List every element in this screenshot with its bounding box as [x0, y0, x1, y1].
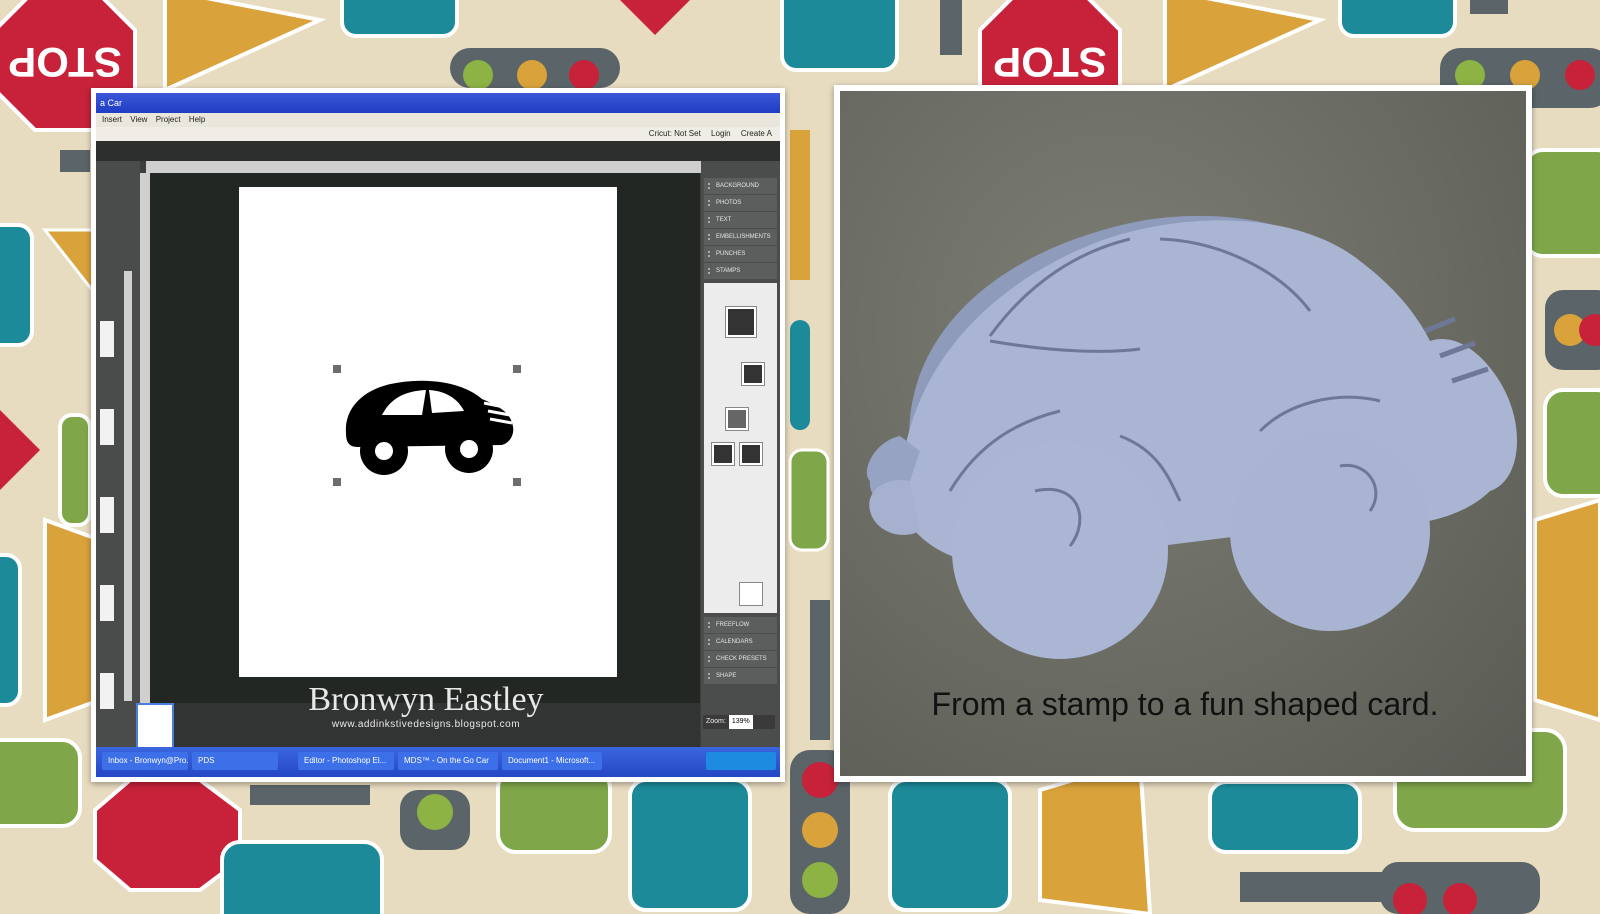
right-tools-panel: BACKGROUND PHOTOS TEXT EMBELLISHMENTS PU… [701, 161, 780, 761]
u-turn-sign-icon [888, 778, 1012, 912]
zoom-label: Zoom: [706, 718, 726, 725]
arrow-sign-icon [1338, 0, 1457, 38]
panel-punches[interactable]: PUNCHES [704, 246, 777, 262]
yield-sign-icon [1533, 497, 1600, 723]
panel-check-presets[interactable]: CHECK PRESETS [704, 651, 777, 667]
traffic-light-icon [1380, 862, 1540, 914]
left-thumbnail-strip [96, 161, 140, 761]
page-thumbnail[interactable] [136, 703, 174, 749]
bar-shape [790, 320, 810, 430]
photo-caption: From a stamp to a fun shaped card. [931, 686, 1439, 722]
thumbnail[interactable] [100, 409, 114, 445]
vertical-ruler [140, 173, 150, 703]
watermark-url: www.addinkstivedesigns.blogspot.com [331, 719, 521, 730]
drop-shadow-icon[interactable] [741, 362, 765, 386]
panel-embellishments[interactable]: EMBELLISHMENTS [704, 229, 777, 245]
one-way-sign-icon [788, 448, 830, 552]
menu-project[interactable]: Project [156, 115, 181, 124]
bar-shape [60, 150, 90, 172]
taskbar-item[interactable]: PDS [192, 752, 278, 770]
windows-taskbar: Inbox - Bronwyn@Pro... PDS Editor - Phot… [96, 747, 780, 777]
arrow-sign-icon [340, 0, 459, 38]
panel-calendars[interactable]: CALENDARS [704, 634, 777, 650]
menu-help[interactable]: Help [189, 115, 205, 124]
change-color-icon[interactable] [725, 407, 749, 431]
login-link[interactable]: Login [711, 129, 731, 138]
one-way-sign-icon [496, 768, 612, 854]
car-stamp-image[interactable] [334, 363, 519, 493]
arrow-sign-icon [0, 553, 22, 707]
traffic-light-icon [1545, 290, 1600, 370]
taskbar-item[interactable]: MDS™ - On the Go Car [398, 752, 498, 770]
one-way-sign-icon [0, 738, 82, 828]
bar-shape [1470, 0, 1508, 14]
diamond-sign-icon [0, 410, 40, 490]
watermark-name: Bronwyn Eastley [308, 681, 544, 718]
panel-text[interactable]: TEXT [704, 212, 777, 228]
create-account-link[interactable]: Create A [741, 129, 772, 138]
window-titlebar[interactable]: a Car [96, 93, 780, 113]
panel-background[interactable]: BACKGROUND [704, 178, 777, 194]
cricut-status: Cricut: Not Set [648, 129, 701, 138]
zoom-control[interactable]: Zoom: 139% [703, 715, 775, 729]
thumbnail[interactable] [100, 585, 114, 621]
car-shaped-card-image [866, 215, 1517, 659]
vertical-scrollbar[interactable] [124, 271, 132, 701]
u-turn-sign-icon [1208, 780, 1362, 854]
card-photo-frame: From a stamp to a fun shaped card. [834, 85, 1532, 782]
u-turn-sign-icon [628, 778, 752, 912]
traffic-light-icon [450, 48, 620, 90]
system-tray [706, 752, 776, 770]
one-way-sign-icon [1523, 148, 1600, 258]
diamond-sign-icon [620, 0, 690, 35]
u-turn-sign-icon [220, 840, 384, 914]
thumbnail[interactable] [100, 497, 114, 533]
one-way-sign-icon [58, 413, 92, 527]
card-photo: From a stamp to a fun shaped card. [840, 91, 1526, 776]
panel-shape[interactable]: SHAPE [704, 668, 777, 684]
rotate-icon[interactable] [739, 582, 763, 606]
panel-photos[interactable]: PHOTOS [704, 195, 777, 211]
taskbar-item[interactable]: Document1 - Microsoft... [502, 752, 602, 770]
yield-sign-icon [1163, 0, 1327, 94]
svg-text:STOP: STOP [993, 39, 1107, 86]
traffic-light-icon [400, 790, 470, 850]
zoom-value[interactable]: 139% [728, 715, 753, 729]
bar-shape [810, 600, 830, 740]
status-bar: Cricut: Not Set Login Create A [96, 127, 780, 141]
flip-icon[interactable] [739, 442, 763, 466]
add-stamp-icon[interactable] [725, 306, 757, 338]
panel-stamps[interactable]: STAMPS [704, 263, 777, 279]
thumbnail[interactable] [100, 673, 114, 709]
window-title: a Car [100, 98, 123, 108]
svg-text:STOP: STOP [8, 39, 122, 86]
software-screenshot-frame: a Car Insert View Project Help Cricut: N… [91, 88, 785, 782]
design-software-window: a Car Insert View Project Help Cricut: N… [96, 93, 780, 777]
bar-shape [250, 785, 370, 805]
taskbar-item[interactable]: Inbox - Bronwyn@Pro... [102, 752, 188, 770]
menu-bar: Insert View Project Help [96, 113, 780, 127]
bar-shape [790, 130, 810, 280]
menu-insert[interactable]: Insert [102, 115, 122, 124]
watermark: Bronwyn Eastley www.addinkstivedesigns.b… [291, 681, 561, 730]
yield-sign-icon [1038, 757, 1153, 914]
panel-freeflow[interactable]: FREEFLOW [704, 617, 777, 633]
bar-shape [940, 0, 962, 55]
menu-view[interactable]: View [130, 115, 147, 124]
bar-shape [1240, 872, 1390, 902]
one-way-sign-icon [1543, 388, 1600, 498]
u-turn-sign-icon [780, 0, 899, 72]
arrow-sign-icon [0, 223, 34, 347]
yield-sign-icon [163, 0, 327, 94]
taskbar-item[interactable]: Editor - Photoshop El... [298, 752, 394, 770]
arrange-icon[interactable] [711, 442, 735, 466]
stop-sign-icon [93, 778, 242, 892]
thumbnail[interactable] [100, 321, 114, 357]
stamp-options-box [704, 283, 777, 613]
horizontal-ruler [146, 161, 701, 173]
toolbar [96, 141, 780, 161]
